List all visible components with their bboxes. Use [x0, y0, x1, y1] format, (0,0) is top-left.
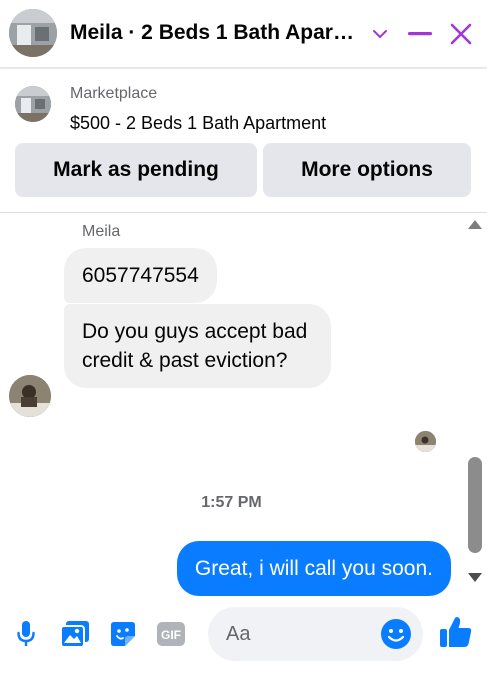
microphone-icon[interactable]: [10, 618, 42, 650]
sender-avatar[interactable]: [9, 375, 51, 417]
incoming-message[interactable]: Do you guys accept bad credit & past evi…: [64, 304, 331, 388]
room-photo: [9, 9, 57, 57]
incoming-message[interactable]: 6057747554: [64, 248, 217, 303]
sender-name: Meila: [82, 223, 121, 240]
listing-title[interactable]: $500 - 2 Beds 1 Bath Apartment: [70, 113, 326, 134]
close-icon[interactable]: [445, 18, 477, 50]
message-list[interactable]: Meila 6057747554 Do you guys accept bad …: [0, 213, 463, 596]
message-input[interactable]: [226, 607, 376, 661]
gif-icon[interactable]: GIF: [155, 618, 187, 650]
person-photo: [9, 375, 51, 417]
room-photo: [15, 86, 51, 122]
message-composer: GIF: [0, 596, 487, 679]
conversation-title: Meila · 2 Beds 1 Bath Apartment: [70, 21, 360, 44]
chat-header: Meila · 2 Beds 1 Bath Apartment: [0, 0, 487, 68]
person-photo: [415, 431, 436, 452]
gif-label: GIF: [161, 628, 181, 642]
mark-as-pending-button[interactable]: Mark as pending: [15, 143, 257, 197]
chevron-down-icon[interactable]: [364, 18, 396, 50]
listing-source: Marketplace: [70, 85, 158, 102]
message-timestamp: 1:57 PM: [201, 494, 262, 511]
listing-thumbnail[interactable]: [15, 86, 51, 122]
sticker-icon[interactable]: [107, 618, 139, 650]
outgoing-message[interactable]: Great, i will call you soon.: [176, 541, 451, 596]
thumbs-up-icon[interactable]: [438, 614, 474, 650]
contact-avatar[interactable]: [9, 9, 57, 57]
emoji-icon[interactable]: [380, 618, 412, 650]
more-options-button[interactable]: More options: [263, 143, 471, 197]
photo-icon[interactable]: [59, 618, 91, 650]
scrollbar[interactable]: [463, 213, 487, 596]
scroll-down-arrow-icon[interactable]: [468, 573, 482, 582]
scroll-up-arrow-icon[interactable]: [468, 220, 482, 229]
marketplace-listing: Marketplace $500 - 2 Beds 1 Bath Apartme…: [0, 69, 487, 213]
scrollbar-thumb[interactable]: [468, 457, 482, 553]
seen-indicator-avatar: [415, 431, 436, 452]
minimize-icon[interactable]: [404, 18, 436, 50]
message-input-container[interactable]: [208, 607, 423, 661]
